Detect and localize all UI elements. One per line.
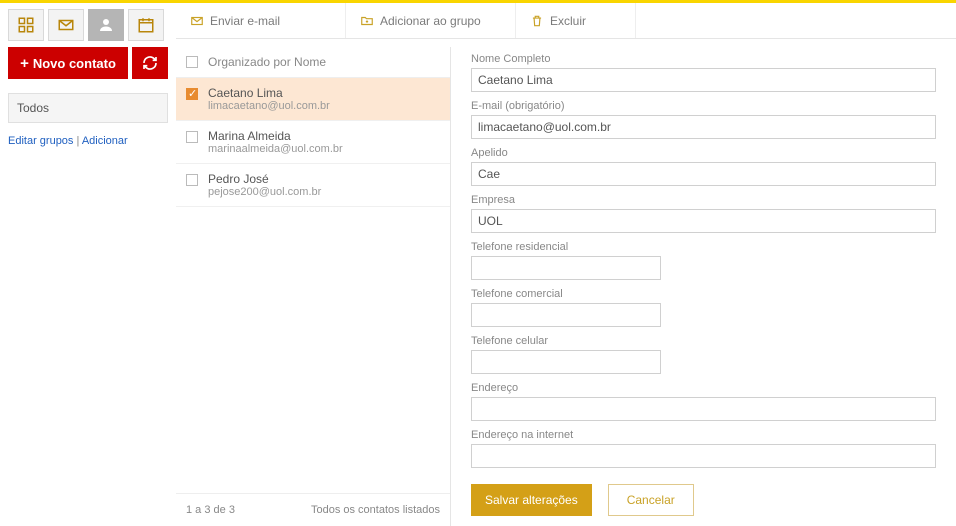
contact-name: Marina Almeida <box>208 129 343 143</box>
address-input[interactable] <box>471 397 936 421</box>
list-header: Organizado por Nome <box>176 47 450 78</box>
add-to-group-button[interactable]: Adicionar ao grupo <box>346 3 516 38</box>
contacts-icon-button[interactable] <box>88 9 124 41</box>
email-label: E-mail (obrigatório) <box>471 100 936 112</box>
contact-email: limacaetano@uol.com.br <box>208 100 330 112</box>
select-all-checkbox[interactable] <box>186 56 198 68</box>
contact-checkbox[interactable] <box>186 88 198 100</box>
envelope-icon <box>190 14 204 28</box>
folder-add-icon <box>360 14 374 28</box>
full-name-label: Nome Completo <box>471 53 936 65</box>
website-label: Endereço na internet <box>471 429 936 441</box>
edit-groups-link[interactable]: Editar grupos <box>8 135 73 147</box>
contact-item[interactable]: Caetano Limalimacaetano@uol.com.br <box>176 78 450 121</box>
mobile-phone-label: Telefone celular <box>471 335 936 347</box>
nickname-input[interactable] <box>471 162 936 186</box>
email-input[interactable] <box>471 115 936 139</box>
save-button[interactable]: Salvar alterações <box>471 484 592 516</box>
contact-form: Nome Completo E-mail (obrigatório) Apeli… <box>451 47 956 526</box>
home-phone-label: Telefone residencial <box>471 241 936 253</box>
delete-button[interactable]: Excluir <box>516 3 636 38</box>
calendar-icon <box>137 16 155 34</box>
contact-list-panel: Organizado por Nome Caetano Limalimacaet… <box>176 47 451 526</box>
new-contact-button[interactable]: +Novo contato <box>8 47 128 79</box>
sidebar: +Novo contato Todos Editar grupos | Adic… <box>0 3 176 526</box>
contact-checkbox[interactable] <box>186 174 198 186</box>
mail-icon <box>57 16 75 34</box>
contact-item[interactable]: Pedro Josépejose200@uol.com.br <box>176 164 450 207</box>
contact-email: marinaalmeida@uol.com.br <box>208 143 343 155</box>
full-name-input[interactable] <box>471 68 936 92</box>
calendar-icon-button[interactable] <box>128 9 164 41</box>
contact-item[interactable]: Marina Almeidamarinaalmeida@uol.com.br <box>176 121 450 164</box>
trash-icon <box>530 14 544 28</box>
add-group-link[interactable]: Adicionar <box>82 135 128 147</box>
plus-icon: + <box>20 55 29 72</box>
contact-name: Pedro José <box>208 172 321 186</box>
cancel-button[interactable]: Cancelar <box>608 484 694 516</box>
send-email-button[interactable]: Enviar e-mail <box>176 3 346 38</box>
list-status: Todos os contatos listados <box>311 504 440 516</box>
person-icon <box>97 16 115 34</box>
work-phone-input[interactable] <box>471 303 661 327</box>
nickname-label: Apelido <box>471 147 936 159</box>
mobile-phone-input[interactable] <box>471 350 661 374</box>
refresh-button[interactable] <box>132 47 168 79</box>
sort-label[interactable]: Organizado por Nome <box>208 55 326 69</box>
refresh-icon <box>142 55 158 71</box>
contact-name: Caetano Lima <box>208 86 330 100</box>
home-phone-input[interactable] <box>471 256 661 280</box>
company-label: Empresa <box>471 194 936 206</box>
apps-icon <box>17 16 35 34</box>
contact-checkbox[interactable] <box>186 131 198 143</box>
all-contacts-folder[interactable]: Todos <box>8 93 168 123</box>
contact-email: pejose200@uol.com.br <box>208 186 321 198</box>
pagination-label: 1 a 3 de 3 <box>186 504 235 516</box>
mail-icon-button[interactable] <box>48 9 84 41</box>
work-phone-label: Telefone comercial <box>471 288 936 300</box>
address-label: Endereço <box>471 382 936 394</box>
company-input[interactable] <box>471 209 936 233</box>
website-input[interactable] <box>471 444 936 468</box>
apps-icon-button[interactable] <box>8 9 44 41</box>
action-toolbar: Enviar e-mail Adicionar ao grupo Excluir <box>176 3 956 39</box>
